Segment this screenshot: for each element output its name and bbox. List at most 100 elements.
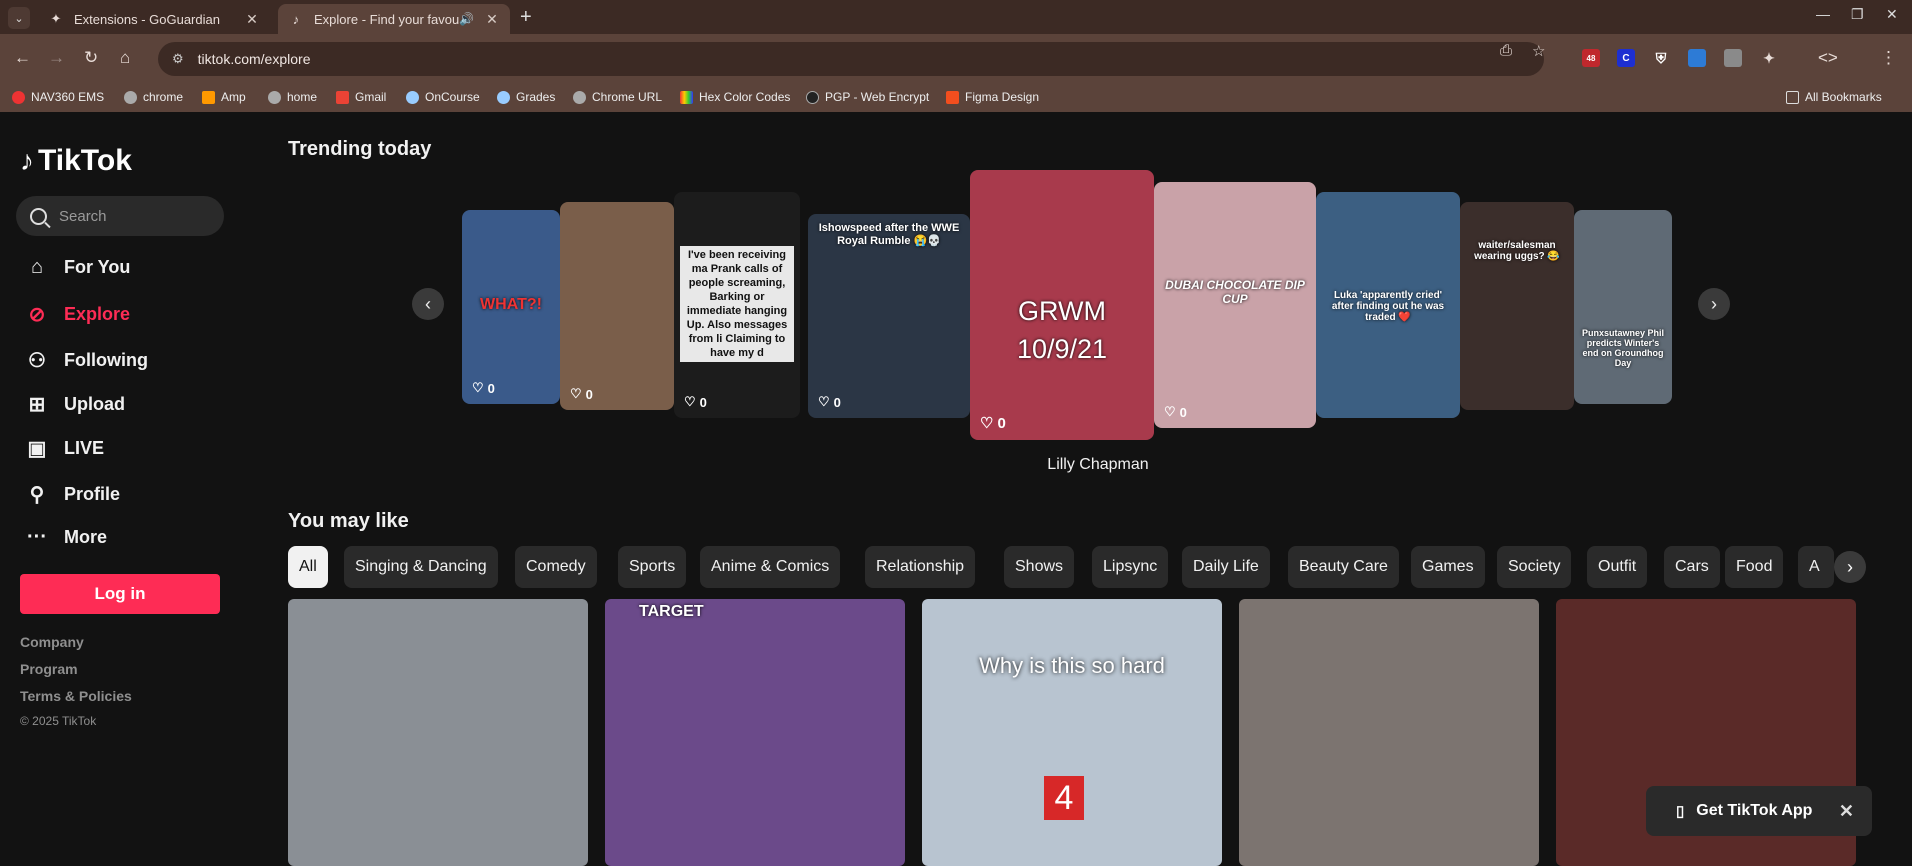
chip-category[interactable]: Shows xyxy=(1004,546,1075,588)
search-input[interactable]: Search xyxy=(16,196,224,236)
bookmark-item[interactable]: Figma Design xyxy=(946,90,1039,104)
bookmark-item[interactable]: Grades xyxy=(497,90,555,104)
extensions-puzzle-icon[interactable]: ✦ xyxy=(1760,49,1778,67)
close-icon[interactable]: ✕ xyxy=(1839,801,1854,822)
chip-category[interactable]: Lipsync xyxy=(1092,546,1169,588)
chip-category[interactable]: Singing & Dancing xyxy=(344,546,498,588)
carousel-prev-button[interactable]: ‹ xyxy=(412,288,444,320)
close-icon[interactable]: ✕ xyxy=(244,11,260,28)
chip-category[interactable]: Food xyxy=(1725,546,1784,588)
trending-card[interactable]: Punxsutawney Phil predicts Winter's end … xyxy=(1574,210,1672,404)
nav-live[interactable]: ▣ LIVE xyxy=(24,436,104,461)
video-card[interactable]: TARGET xyxy=(605,599,905,866)
back-icon[interactable]: ← xyxy=(14,48,31,68)
home-icon[interactable]: ⌂ xyxy=(120,48,130,68)
nav-more[interactable]: ··· More xyxy=(24,526,107,549)
video-card[interactable] xyxy=(1239,599,1539,866)
heart-icon: ♡ xyxy=(980,415,994,432)
bookmark-item[interactable]: home xyxy=(268,90,317,104)
chip-category[interactable]: Relationship xyxy=(865,546,976,588)
tiktok-logo[interactable]: ♪ TikTok xyxy=(20,144,132,178)
login-button[interactable]: Log in xyxy=(20,574,220,614)
more-dots-icon: ··· xyxy=(27,526,47,548)
bookmark-item[interactable]: Chrome URL xyxy=(573,90,662,104)
bookmark-item[interactable]: Amp xyxy=(202,90,246,104)
minimize-icon[interactable]: — xyxy=(1816,6,1830,22)
forward-icon[interactable]: → xyxy=(48,48,65,68)
chip-category[interactable]: Daily Life xyxy=(1182,546,1270,588)
trending-card[interactable]: I've been receiving ma Prank calls of pe… xyxy=(674,192,800,418)
menu-icon[interactable]: ⋮ xyxy=(1880,48,1897,68)
trending-card[interactable]: waiter/salesman wearing uggs? 😂 xyxy=(1460,202,1574,410)
chip-category[interactable]: Society xyxy=(1497,546,1572,588)
home-icon: ⌂ xyxy=(30,256,44,278)
you-may-like-title: You may like xyxy=(288,510,409,532)
trending-card[interactable]: DUBAI CHOCOLATE DIP CUP ♡ 0 xyxy=(1154,182,1316,428)
chip-category[interactable]: Beauty Care xyxy=(1288,546,1399,588)
bookmark-favicon-icon xyxy=(573,90,586,104)
chip-all[interactable]: All xyxy=(288,546,328,588)
chip-category[interactable]: Cars xyxy=(1664,546,1720,588)
bookmark-item[interactable]: PGP - Web Encrypt xyxy=(806,90,929,104)
nav-following[interactable]: ⚇ Following xyxy=(24,348,148,373)
trending-card-featured[interactable]: GRWM 10/9/21 ♡ 0 xyxy=(970,170,1154,440)
new-tab-button[interactable]: + xyxy=(520,6,532,29)
extension-grid-icon[interactable] xyxy=(1724,49,1742,67)
speaker-icon[interactable]: 🔊 xyxy=(459,12,474,26)
user-icon: ⚲ xyxy=(29,484,45,506)
close-icon[interactable]: ✕ xyxy=(484,11,500,28)
trending-card[interactable]: WHAT?! ♡ 0 xyxy=(462,210,560,404)
nav-explore[interactable]: ⊘ Explore xyxy=(24,302,130,327)
all-bookmarks-item[interactable]: All Bookmarks xyxy=(1786,90,1882,104)
extension-c-icon[interactable]: C xyxy=(1617,49,1635,67)
site-info-icon[interactable]: ⚙ xyxy=(172,51,184,67)
video-card[interactable]: Why is this so hard 4 xyxy=(922,599,1222,866)
bookmark-item[interactable]: Hex Color Codes xyxy=(680,90,790,104)
figma-icon xyxy=(946,90,959,104)
bookmark-item[interactable]: Gmail xyxy=(336,90,386,104)
window-close-icon[interactable]: ✕ xyxy=(1886,6,1898,23)
install-app-icon[interactable]: ⎙ xyxy=(1500,42,1512,59)
chips-next-button[interactable]: › xyxy=(1834,551,1866,583)
heart-icon: ♡ xyxy=(684,394,696,409)
chip-category[interactable]: A xyxy=(1798,546,1834,588)
reload-icon[interactable]: ↻ xyxy=(84,48,98,68)
nav-profile[interactable]: ⚲ Profile xyxy=(24,482,120,507)
featured-creator-name[interactable]: Lilly Chapman xyxy=(1018,456,1178,474)
tab-tiktok-explore[interactable]: ♪ Explore - Find your favourite 🔊 ✕ xyxy=(278,4,510,34)
video-card[interactable] xyxy=(288,599,588,866)
gmail-icon xyxy=(336,90,349,104)
bookmark-item[interactable]: OnCourse xyxy=(406,90,480,104)
bookmark-item[interactable]: chrome xyxy=(124,90,183,104)
nav-for-you[interactable]: ⌂ For You xyxy=(24,256,130,279)
extension-icon[interactable]: 48 xyxy=(1582,49,1600,67)
get-app-banner[interactable]: ▯ Get TikTok App ✕ xyxy=(1646,786,1872,836)
chip-category[interactable]: Games xyxy=(1411,546,1485,588)
footer-link-terms[interactable]: Terms & Policies xyxy=(20,688,132,704)
live-camera-icon: ▣ xyxy=(27,438,47,460)
chip-category[interactable]: Anime & Comics xyxy=(700,546,841,588)
footer-link-program[interactable]: Program xyxy=(20,661,78,677)
address-bar[interactable]: ⚙ tiktok.com/explore xyxy=(158,42,1544,76)
trending-card[interactable]: ♡ 0 xyxy=(560,202,674,410)
chip-category[interactable]: Outfit xyxy=(1587,546,1648,588)
shield-icon[interactable]: ⛨ xyxy=(1652,49,1670,67)
like-count: ♡ 0 xyxy=(980,414,1006,433)
trending-card[interactable]: Luka 'apparently cried' after finding ou… xyxy=(1316,192,1460,418)
bookmark-star-icon[interactable]: ☆ xyxy=(1532,42,1545,60)
extension-blue-icon[interactable] xyxy=(1688,49,1706,67)
tab-extensions[interactable]: ✦ Extensions - GoGuardian ✕ xyxy=(38,4,270,34)
footer-link-company[interactable]: Company xyxy=(20,634,84,650)
bookmark-item[interactable]: NAV360 EMS xyxy=(12,90,104,104)
carousel-next-button[interactable]: › xyxy=(1698,288,1730,320)
bookmark-favicon-icon xyxy=(124,90,137,104)
tab-search-button[interactable]: ⌄ xyxy=(8,7,30,29)
restore-icon[interactable]: ❐ xyxy=(1851,6,1864,23)
tab-title: Explore - Find your favourite xyxy=(314,11,460,27)
nav-upload[interactable]: ⊞ Upload xyxy=(24,392,125,417)
devtools-icon[interactable]: <> xyxy=(1818,48,1838,68)
chip-category[interactable]: Sports xyxy=(618,546,687,588)
puzzle-icon: ✦ xyxy=(50,11,62,26)
trending-card[interactable]: Ishowspeed after the WWE Royal Rumble 😭💀… xyxy=(808,214,970,418)
chip-category[interactable]: Comedy xyxy=(515,546,597,588)
